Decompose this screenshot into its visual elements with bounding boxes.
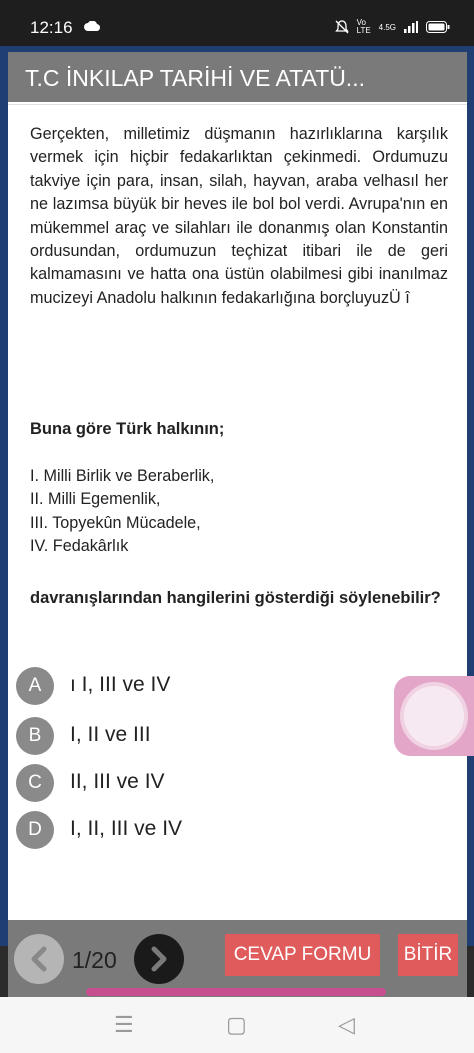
answer-form-button[interactable]: CEVAP FORMU <box>225 934 380 976</box>
signal-icon <box>404 21 418 33</box>
question-prompt: davranışlarından hangilerini gösterdiği … <box>30 589 441 607</box>
question-item: IV. Fedakârlık <box>30 537 129 556</box>
question-dialog: T.C İNKILAP TARİHİ VE ATATÜ... Gerçekten… <box>8 52 467 997</box>
question-stem: Buna göre Türk halkının; <box>30 420 225 438</box>
option-letter[interactable]: C <box>16 764 54 802</box>
question-item: II. Milli Egemenlik, <box>30 490 161 509</box>
home-icon[interactable]: ▢ <box>226 1012 247 1038</box>
option-a[interactable]: A ı I, III ve IV <box>16 667 416 707</box>
question-item: III. Topyekûn Mücadele, <box>30 513 201 532</box>
status-icons: Vo LTE 4.5G <box>334 18 450 35</box>
option-text: I, II ve III <box>70 723 151 746</box>
system-nav-bar: ☰ ▢ ◁ <box>0 997 474 1053</box>
option-text: I, II, III ve IV <box>70 817 183 840</box>
status-bar: 12:16 Vo LTE 4.5G <box>0 0 474 46</box>
question-passage: Gerçekten, milletimiz düşmanın hazırlıkl… <box>30 125 448 307</box>
silent-bell-icon <box>334 20 349 34</box>
dialog-footer: 1/20 CEVAP FORMU BİTİR <box>8 920 467 997</box>
floating-assist-button[interactable] <box>394 676 474 756</box>
previous-button[interactable] <box>14 934 64 984</box>
chevron-right-icon <box>151 946 167 972</box>
finish-button[interactable]: BİTİR <box>398 934 458 976</box>
status-time: 12:16 <box>30 18 73 37</box>
next-button[interactable] <box>134 934 184 984</box>
question-item: I. Milli Birlik ve Beraberlik, <box>30 467 215 485</box>
volte-indicator: Vo LTE <box>356 18 371 35</box>
option-letter[interactable]: B <box>16 717 54 755</box>
question-image: Gerçekten, milletimiz düşmanın hazırlıkl… <box>8 104 467 971</box>
option-text: II, III ve IV <box>70 770 165 793</box>
network-type: 4.5G <box>378 22 396 32</box>
option-text: ı I, III ve IV <box>70 673 171 696</box>
option-letter[interactable]: D <box>16 811 54 849</box>
cloud-icon <box>84 21 100 31</box>
chevron-left-icon <box>31 946 47 972</box>
menu-icon[interactable]: ☰ <box>114 1012 134 1038</box>
option-d[interactable]: D I, II, III ve IV <box>16 811 416 851</box>
dialog-title: T.C İNKILAP TARİHİ VE ATATÜ... <box>25 65 365 91</box>
option-letter[interactable]: A <box>16 667 54 705</box>
option-c[interactable]: C II, III ve IV <box>16 764 416 804</box>
page-counter: 1/20 <box>72 947 117 973</box>
question-items: I. Milli Birlik ve Beraberlik, II. Milli… <box>30 465 214 559</box>
back-icon[interactable]: ◁ <box>338 1012 355 1038</box>
dialog-titlebar: T.C İNKILAP TARİHİ VE ATATÜ... <box>8 52 467 102</box>
battery-icon <box>426 21 450 33</box>
option-b[interactable]: B I, II ve III <box>16 717 416 757</box>
floating-assist-circle <box>404 686 464 746</box>
bottom-accent-bar <box>86 988 386 996</box>
